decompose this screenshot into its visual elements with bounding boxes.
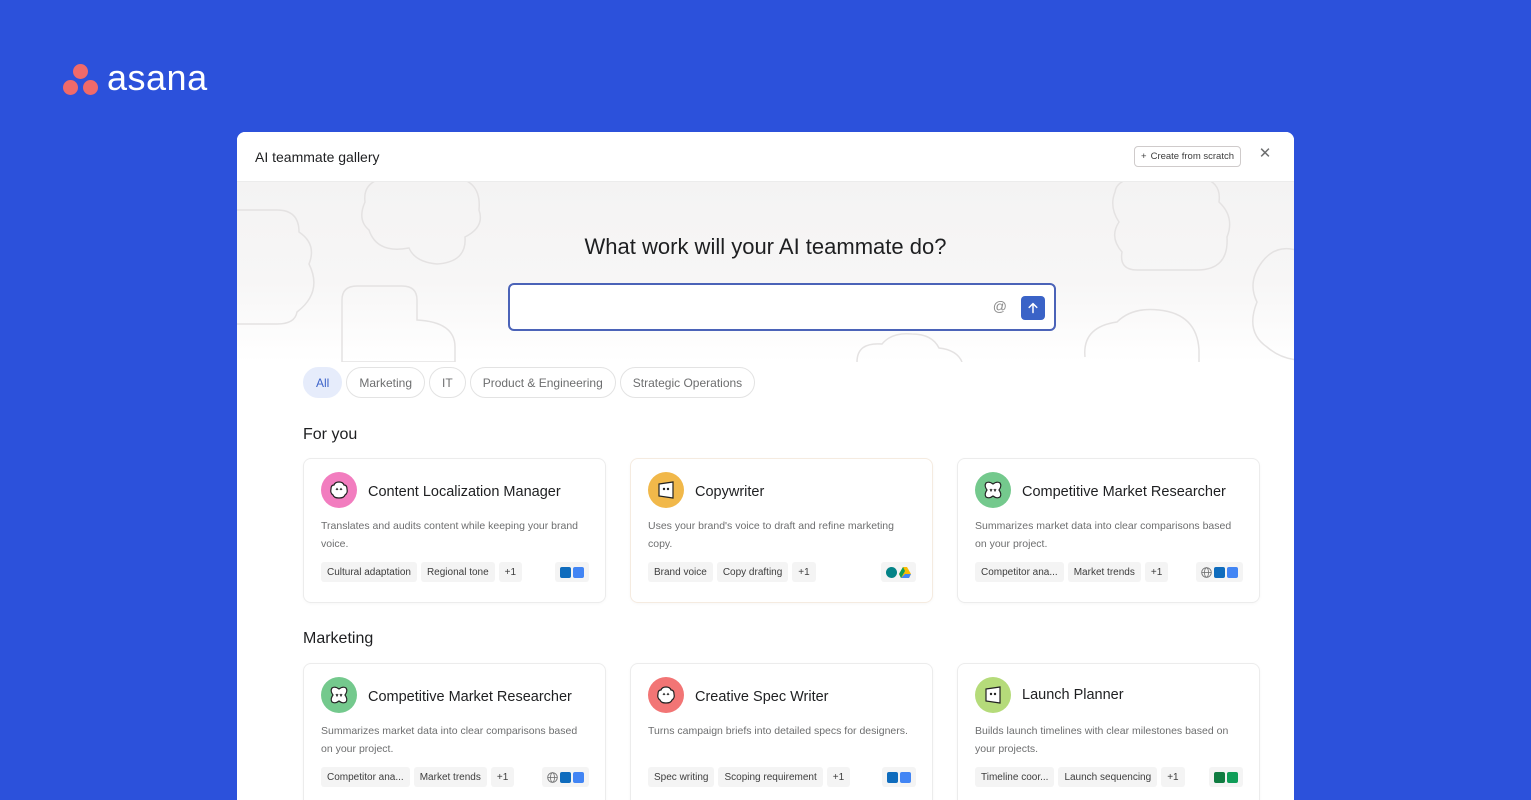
drive-icon [899, 566, 911, 578]
section-title-for-you: For you [303, 426, 358, 443]
more-tags-count: +1 [1144, 562, 1169, 582]
connected-apps [1209, 767, 1243, 787]
teammate-card[interactable]: Copywriter Uses your brand's voice to dr… [630, 458, 933, 603]
card-title: Creative Spec Writer [695, 689, 829, 705]
more-tags-count: +1 [498, 562, 523, 582]
create-from-scratch-label: Create from scratch [1150, 151, 1234, 162]
teammate-card[interactable]: Competitive Market Researcher Summarizes… [303, 663, 606, 800]
brand-name: asana [107, 57, 208, 98]
robot-avatar-icon [648, 472, 684, 508]
connected-apps [882, 767, 916, 787]
teammate-prompt-box: @ [508, 283, 1056, 331]
more-tags-count: +1 [792, 562, 816, 582]
more-tags-count: +1 [490, 767, 515, 787]
connected-apps [881, 562, 916, 582]
skill-tag: Regional tone [420, 562, 495, 582]
connected-apps [555, 562, 589, 582]
teammate-prompt-input[interactable] [520, 295, 980, 319]
robot-avatar-icon [321, 677, 357, 713]
card-tags: Spec writing Scoping requirement +1 [648, 767, 851, 787]
filter-marketing[interactable]: Marketing [346, 367, 426, 398]
filter-product-engineering[interactable]: Product & Engineering [469, 367, 616, 398]
excel-icon [1214, 771, 1225, 783]
send-button[interactable] [1021, 296, 1045, 320]
card-description: Summarizes market data into clear compar… [975, 520, 1232, 550]
teammate-card[interactable]: Competitive Market Researcher Summarizes… [957, 458, 1260, 603]
card-tags: Cultural adaptation Regional tone +1 [321, 562, 523, 582]
skill-tag: Copy drafting [716, 562, 789, 582]
outlook-icon [887, 771, 898, 783]
more-tags-count: +1 [1161, 767, 1185, 787]
globe-icon [547, 771, 558, 783]
card-tags: Timeline coor... Launch sequencing +1 [975, 767, 1185, 787]
teammate-card[interactable]: Content Localization Manager Translates … [303, 458, 606, 603]
more-tags-count: +1 [826, 767, 851, 787]
plus-icon: + [1141, 151, 1147, 162]
hero-section: What work will your AI teammate do? @ [237, 182, 1294, 362]
card-title: Copywriter [695, 484, 765, 500]
card-tags: Competitor ana... Market trends +1 [975, 562, 1169, 582]
at-mention-icon[interactable]: @ [993, 298, 1007, 314]
create-from-scratch-button[interactable]: + Create from scratch [1134, 146, 1241, 167]
filter-it[interactable]: IT [429, 367, 466, 398]
card-tags: Competitor ana... Market trends +1 [321, 767, 515, 787]
card-title: Launch Planner [1022, 687, 1124, 703]
skill-tag: Competitor ana... [321, 767, 410, 787]
teammate-card[interactable]: Launch Planner Builds launch timelines w… [957, 663, 1260, 800]
connected-apps [1196, 562, 1243, 582]
docs-icon [573, 566, 584, 578]
docs-icon [573, 771, 584, 783]
card-tags: Brand voice Copy drafting +1 [648, 562, 816, 582]
dialog-header: AI teammate gallery + Create from scratc… [237, 132, 1294, 182]
filter-all[interactable]: All [303, 367, 343, 398]
sharepoint-icon [886, 566, 897, 578]
skill-tag: Market trends [1067, 562, 1141, 582]
asana-logo-icon [63, 61, 99, 95]
decorative-shapes [237, 182, 1294, 362]
robot-avatar-icon [321, 472, 357, 508]
card-description: Builds launch timelines with clear miles… [975, 725, 1229, 755]
skill-tag: Launch sequencing [1058, 767, 1158, 787]
card-description: Translates and audits content while keep… [321, 520, 579, 550]
card-description: Summarizes market data into clear compar… [321, 725, 578, 755]
asana-logo: asana [63, 60, 208, 96]
docs-icon [900, 771, 911, 783]
card-title: Content Localization Manager [368, 484, 561, 500]
section-title-marketing: Marketing [303, 630, 374, 647]
card-title: Competitive Market Researcher [1022, 484, 1226, 500]
hero-title: What work will your AI teammate do? [584, 234, 947, 259]
filter-strategic-operations[interactable]: Strategic Operations [619, 367, 756, 398]
sheets-icon [1227, 771, 1238, 783]
docs-icon [1227, 566, 1238, 578]
outlook-icon [560, 566, 571, 578]
category-filters: All Marketing IT Product & Engineering S… [303, 367, 756, 398]
dialog-title: AI teammate gallery [255, 148, 380, 165]
card-title: Competitive Market Researcher [368, 689, 572, 705]
arrow-up-icon [1028, 302, 1038, 314]
card-description: Uses your brand's voice to draft and ref… [648, 520, 894, 550]
teammate-card[interactable]: Creative Spec Writer Turns campaign brie… [630, 663, 933, 800]
skill-tag: Competitor ana... [975, 562, 1064, 582]
robot-avatar-icon [975, 677, 1011, 713]
skill-tag: Brand voice [648, 562, 713, 582]
globe-icon [1201, 566, 1212, 578]
skill-tag: Cultural adaptation [321, 562, 417, 582]
ai-teammate-gallery-dialog: AI teammate gallery + Create from scratc… [237, 132, 1294, 800]
skill-tag: Market trends [413, 767, 487, 787]
outlook-icon [560, 771, 571, 783]
connected-apps [542, 767, 589, 787]
outlook-icon [1214, 566, 1225, 578]
robot-avatar-icon [975, 472, 1011, 508]
robot-avatar-icon [648, 677, 684, 713]
skill-tag: Scoping requirement [718, 767, 823, 787]
close-icon[interactable]: ✕ [1258, 146, 1272, 161]
card-description: Turns campaign briefs into detailed spec… [648, 725, 908, 737]
skill-tag: Timeline coor... [975, 767, 1055, 787]
skill-tag: Spec writing [648, 767, 715, 787]
